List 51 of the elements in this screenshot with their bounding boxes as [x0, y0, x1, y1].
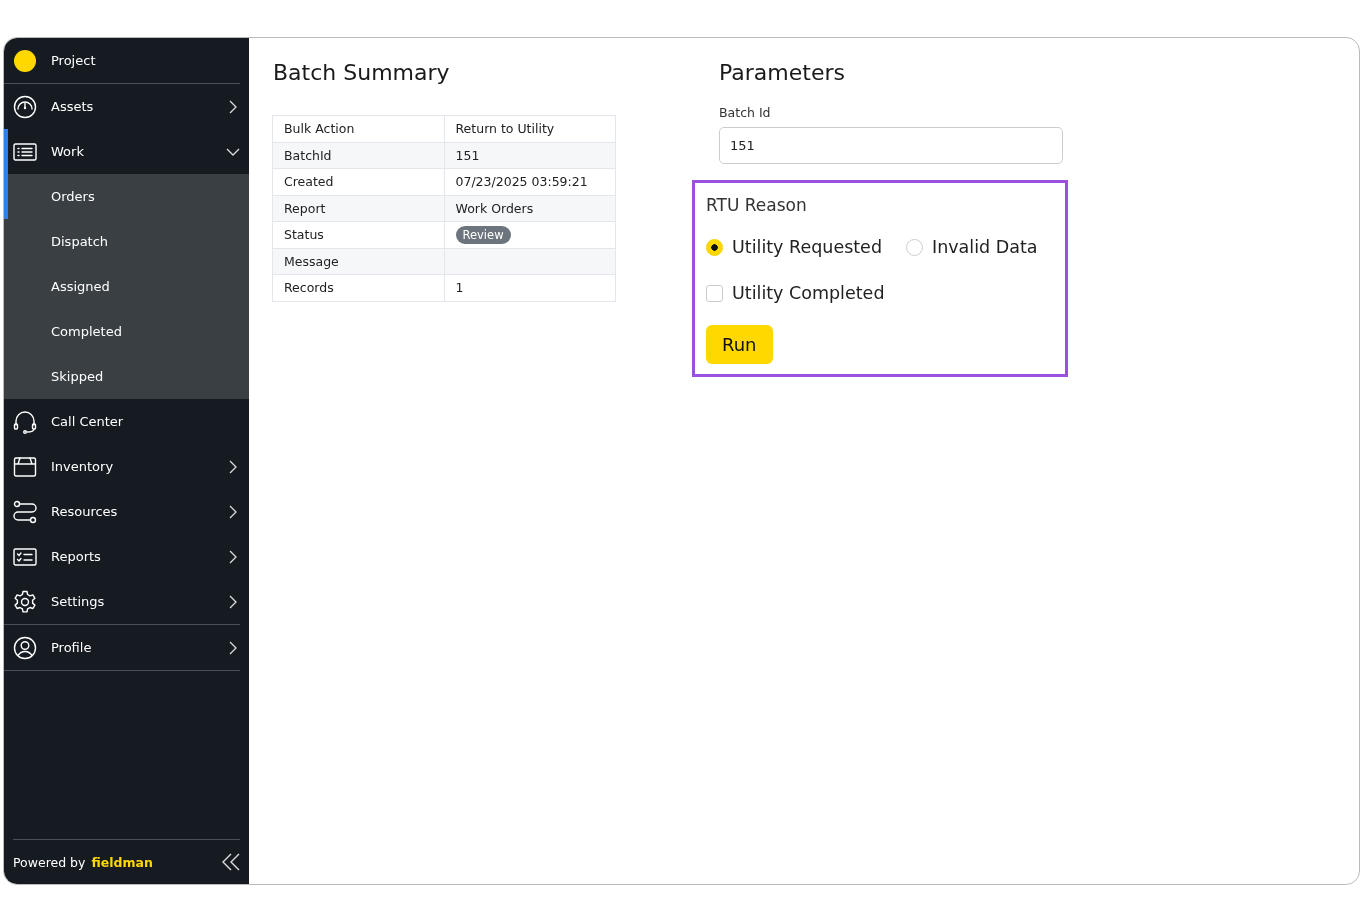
brand-name: fieldman: [91, 854, 153, 870]
table-cell: Records: [272, 274, 444, 301]
option-label: Invalid Data: [932, 237, 1038, 257]
sidebar-item[interactable]: Assets: [4, 84, 249, 129]
field-label: Batch Id: [719, 105, 772, 120]
sidebar-item[interactable]: Reports: [4, 534, 249, 579]
sidebar-subitem[interactable]: Dispatch: [4, 219, 249, 264]
box-icon: [13, 454, 37, 479]
radio-button[interactable]: [906, 238, 923, 256]
table-cell: Return to Utility: [444, 115, 616, 142]
option-label: Utility Requested: [732, 237, 882, 257]
table-cell: 151: [444, 142, 616, 169]
table-cell: Bulk Action: [272, 115, 444, 142]
status-badge: Review: [455, 226, 511, 245]
route-icon: [13, 499, 37, 524]
table-cell: Report: [272, 195, 444, 222]
gauge-icon: [13, 94, 37, 119]
sidebar-item[interactable]: Work: [4, 129, 249, 174]
table-cell: 1: [444, 274, 616, 301]
table-cell: 07/23/2025 03:59:21: [444, 168, 616, 195]
table-cell: Work Orders: [444, 195, 616, 222]
collapse-icon[interactable]: [222, 853, 240, 871]
user-icon: [13, 635, 37, 660]
checklist-icon: [13, 546, 37, 567]
sidebar-item[interactable]: Inventory: [4, 444, 249, 489]
batch-id-field[interactable]: 151: [719, 127, 1063, 164]
option-label: Utility Completed: [732, 283, 885, 303]
sidebar-subitem[interactable]: Orders: [4, 174, 249, 219]
circle-icon: [13, 48, 37, 73]
sidebar-subitem[interactable]: Skipped: [4, 354, 249, 399]
table-cell: Message: [272, 248, 444, 275]
sidebar-item[interactable]: Profile: [4, 625, 249, 670]
table-cell: Created: [272, 168, 444, 195]
sidebar-subitem[interactable]: Assigned: [4, 264, 249, 309]
section-title: Parameters: [719, 60, 846, 85]
checkbox[interactable]: [706, 284, 723, 302]
settings-icon: [13, 589, 37, 614]
sidebar-subitem[interactable]: Completed: [4, 309, 249, 354]
sidebar-item[interactable]: Settings: [4, 579, 249, 624]
table-cell: Status: [272, 221, 444, 248]
list-icon: [13, 141, 37, 162]
group-title: RTU Reason: [706, 195, 808, 215]
sidebar-item[interactable]: Project: [4, 38, 249, 83]
section-title: Batch Summary: [273, 60, 451, 85]
table-cell: BatchId: [272, 142, 444, 169]
sidebar-item[interactable]: Call Center: [4, 399, 249, 444]
sidebar-item[interactable]: Resources: [4, 489, 249, 534]
powered-by-text: Powered by: [13, 854, 86, 870]
run-button[interactable]: Run: [706, 325, 773, 364]
headset-icon: [13, 409, 37, 434]
radio-button[interactable]: [706, 238, 723, 256]
